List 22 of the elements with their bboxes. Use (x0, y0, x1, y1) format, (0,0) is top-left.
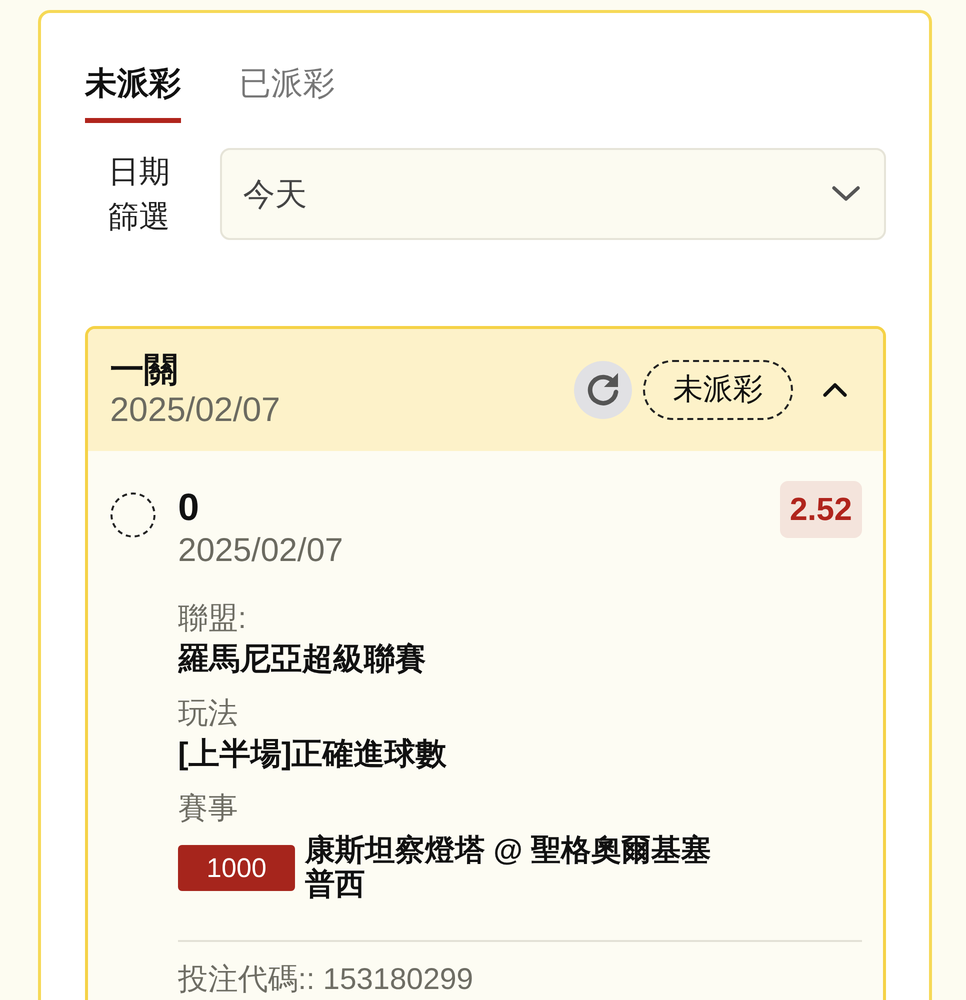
detail-value: [上半場]正確進球數 (178, 735, 447, 773)
match-name: 康斯坦察燈塔 @ 聖格奧爾基塞普西 (305, 834, 712, 902)
refresh-icon[interactable] (574, 361, 632, 419)
selection-date: 2025/02/07 (178, 530, 344, 570)
bet-code: 投注代碼:: 153180299 (178, 962, 474, 998)
chevron-up-icon (823, 383, 847, 397)
status-badge: 未派彩 (643, 360, 793, 420)
odds-badge: 2.52 (780, 481, 862, 538)
dashed-circle-icon (110, 492, 156, 538)
bet-date: 2025/02/07 (110, 390, 280, 430)
match-code-badge: 1000 (178, 845, 295, 891)
date-select[interactable]: 今天 (220, 148, 886, 240)
detail-value: 羅馬尼亞超級聯賽 (178, 640, 426, 678)
chevron-down-icon (832, 186, 860, 202)
tab[interactable]: 已派彩 (239, 63, 335, 123)
tab[interactable]: 未派彩 (85, 63, 181, 123)
detail-label: 賽事 (178, 791, 238, 827)
date-filter-label: 日期篩選 (108, 153, 170, 236)
bet-type: 一關 (110, 350, 179, 390)
detail-label: 玩法 (178, 696, 238, 732)
selection-name: 0 (178, 486, 200, 530)
detail-label: 聯盟: (178, 601, 246, 637)
